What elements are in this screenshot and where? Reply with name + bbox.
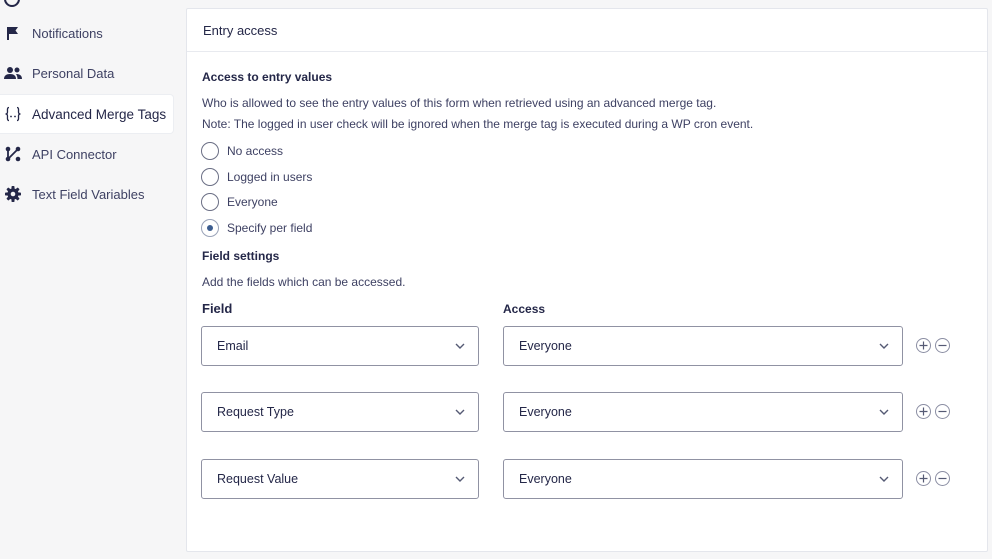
sidebar-item-advanced-merge-tags[interactable]: Advanced Merge Tags bbox=[0, 95, 173, 133]
field-select-request-value[interactable]: Request Value bbox=[201, 459, 479, 499]
minus-icon bbox=[938, 477, 947, 480]
chevron-down-icon bbox=[455, 476, 465, 482]
sidebar-item-label: Personal Data bbox=[32, 65, 115, 81]
sidebar-item-label: Text Field Variables bbox=[32, 186, 145, 202]
plus-icon bbox=[919, 341, 928, 350]
field-settings-description: Add the fields which can be accessed. bbox=[202, 275, 406, 289]
panel-title: Entry access bbox=[187, 9, 987, 52]
settings-sidebar: Notifications Personal Data Advanced Mer… bbox=[0, 0, 173, 559]
remove-row-button[interactable] bbox=[935, 404, 950, 419]
radio-specify-per-field[interactable]: Specify per field bbox=[201, 217, 312, 239]
api-connector-icon bbox=[4, 145, 22, 163]
radio-everyone[interactable]: Everyone bbox=[201, 191, 278, 213]
select-value: Email bbox=[217, 339, 249, 353]
chevron-down-icon bbox=[455, 343, 465, 349]
flag-icon bbox=[4, 24, 22, 42]
add-row-button[interactable] bbox=[916, 404, 931, 419]
select-value: Everyone bbox=[519, 472, 572, 486]
radio-label: Specify per field bbox=[227, 221, 313, 235]
radio-button[interactable] bbox=[201, 219, 219, 237]
remove-row-button[interactable] bbox=[935, 471, 950, 486]
select-value: Everyone bbox=[519, 405, 572, 419]
access-select-email[interactable]: Everyone bbox=[503, 326, 903, 366]
sidebar-item-label: Advanced Merge Tags bbox=[32, 106, 167, 122]
sidebar-item-text-field-variables[interactable]: Text Field Variables bbox=[0, 175, 173, 213]
access-column-header: Access bbox=[503, 302, 546, 316]
sidebar-item-personal-data[interactable]: Personal Data bbox=[0, 54, 173, 92]
radio-logged-in-users[interactable]: Logged in users bbox=[201, 166, 312, 188]
field-column-header: Field bbox=[202, 301, 233, 316]
radio-button[interactable] bbox=[201, 193, 219, 211]
select-value: Request Value bbox=[217, 472, 299, 486]
sidebar-item-notifications[interactable]: Notifications bbox=[0, 14, 173, 52]
sidebar-item-label: API Connector bbox=[32, 146, 117, 162]
chevron-down-icon bbox=[879, 343, 889, 349]
radio-button[interactable] bbox=[201, 142, 219, 160]
select-value: Request Type bbox=[217, 405, 294, 419]
select-value: Everyone bbox=[519, 339, 572, 353]
minus-icon bbox=[938, 344, 947, 347]
field-select-request-type[interactable]: Request Type bbox=[201, 392, 479, 432]
access-select-request-type[interactable]: Everyone bbox=[503, 392, 903, 432]
plus-icon bbox=[919, 474, 928, 483]
add-row-button[interactable] bbox=[916, 471, 931, 486]
radio-label: No access bbox=[227, 144, 284, 158]
plus-icon bbox=[919, 407, 928, 416]
radio-no-access[interactable]: No access bbox=[201, 140, 283, 162]
radio-label: Logged in users bbox=[227, 170, 313, 184]
access-select-request-value[interactable]: Everyone bbox=[503, 459, 903, 499]
chevron-down-icon bbox=[879, 409, 889, 415]
users-icon bbox=[4, 64, 22, 82]
merge-tag-icon bbox=[4, 105, 22, 123]
field-settings-title: Field settings bbox=[202, 249, 280, 263]
sidebar-item-api-connector[interactable]: API Connector bbox=[0, 135, 173, 173]
access-description: Who is allowed to see the entry values o… bbox=[202, 96, 717, 110]
field-select-email[interactable]: Email bbox=[201, 326, 479, 366]
chevron-down-icon bbox=[455, 409, 465, 415]
cron-note: Note: The logged in user check will be i… bbox=[202, 117, 754, 131]
radio-button[interactable] bbox=[201, 168, 219, 186]
add-row-button[interactable] bbox=[916, 338, 931, 353]
sidebar-item-label: Notifications bbox=[32, 25, 103, 41]
minus-icon bbox=[938, 410, 947, 413]
gear-icon bbox=[4, 185, 22, 203]
chevron-down-icon bbox=[879, 476, 889, 482]
entry-access-panel: Entry access Access to entry values Who … bbox=[186, 8, 988, 552]
radio-label: Everyone bbox=[227, 195, 278, 209]
partial-icon bbox=[4, 0, 20, 7]
access-section-title: Access to entry values bbox=[202, 70, 333, 84]
remove-row-button[interactable] bbox=[935, 338, 950, 353]
